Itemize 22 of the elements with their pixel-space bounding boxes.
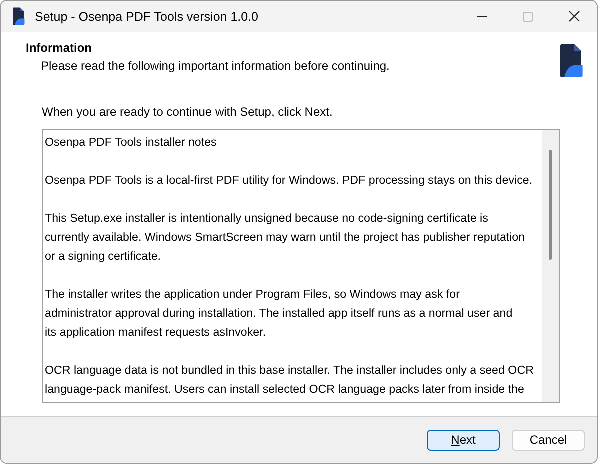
- maximize-icon: [523, 12, 533, 22]
- notes-text-line: its application manifest requests asInvoker.: [45, 325, 268, 341]
- notes-text-line: Osenpa PDF Tools installer notes: [45, 135, 218, 151]
- notes-text-line: OCR language data is not bundled in this base installer. The installer includes only a seed OCR: [45, 363, 535, 379]
- document-icon: [559, 43, 583, 77]
- notes-text-line: or a signing certificate.: [45, 249, 162, 265]
- notes-text-line: Osenpa PDF Tools is a local-first PDF utility for Windows. PDF processing stays on this device.: [45, 173, 534, 189]
- notes-text-line: The installer writes the application under Program Files, so Windows may ask for: [45, 287, 461, 303]
- notes-text-line: administrator approval during installation. The installed app itself runs as a normal user and: [45, 306, 514, 322]
- notes-text-line: language-pack manifest. Users can install selected OCR language packs later from inside the: [45, 382, 526, 398]
- dialog-button[interactable]: Cancel: [512, 430, 585, 450]
- page-subtitle: Please read the following important information before continuing.: [41, 59, 391, 73]
- scrollbar-thumb[interactable]: [549, 150, 552, 260]
- scrollbar-track[interactable]: [542, 130, 559, 402]
- instruction-text: When you are ready to continue with Setup, click Next.: [42, 105, 334, 119]
- close-icon: [568, 11, 580, 22]
- window-title: Setup - Osenpa PDF Tools version 1.0.0: [35, 10, 260, 24]
- notes-text-line: currently available. Windows SmartScreen may warn until the project has publisher reputation: [45, 230, 526, 246]
- app-icon: [12, 7, 25, 26]
- page-title: Information: [26, 41, 93, 55]
- notes-text-line: This Setup.exe installer is intentionally unsigned because no code-signing certificate is: [45, 211, 490, 227]
- dialog-button[interactable]: Next: [427, 430, 500, 450]
